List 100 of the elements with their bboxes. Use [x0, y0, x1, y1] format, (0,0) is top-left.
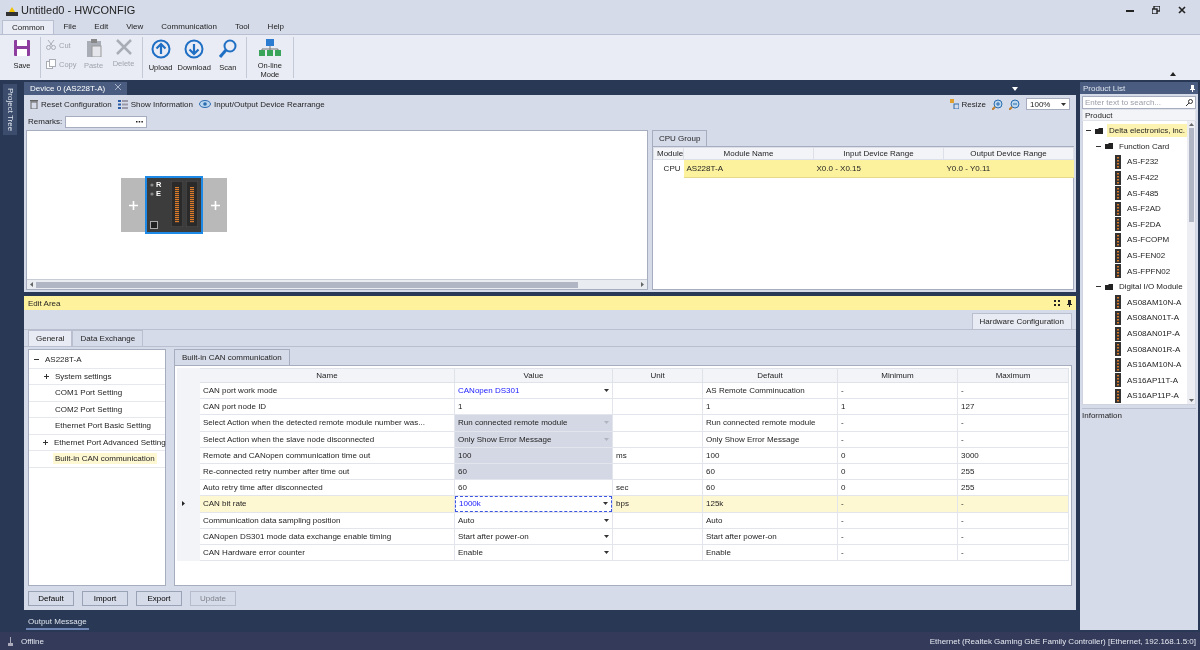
search-icon[interactable]: [1186, 99, 1193, 106]
panel-title: Information: [1082, 411, 1123, 420]
caret-icon[interactable]: [604, 518, 609, 522]
scroll-up-icon[interactable]: [1188, 123, 1194, 126]
menu-tab[interactable]: File: [54, 20, 86, 34]
tree-item[interactable]: AS-FCOPM: [1125, 233, 1172, 247]
caret-icon[interactable]: [1061, 102, 1066, 106]
caret-icon[interactable]: [604, 534, 609, 538]
zoom-out-icon[interactable]: [1009, 98, 1020, 110]
tree-item[interactable]: COM1 Port Setting: [53, 387, 125, 399]
table-row[interactable]: CANopen DS301 mode data exchange enable timing Start after power-on Start after power-on - -: [177, 528, 1069, 545]
menu-tab[interactable]: Common: [2, 20, 55, 34]
collapse-icon[interactable]: [1086, 128, 1091, 134]
dropdown-field[interactable]: Start after power-on: [455, 528, 612, 544]
pin-icon[interactable]: [1067, 299, 1072, 307]
output-tab[interactable]: Output Message: [26, 617, 89, 630]
pin-icon[interactable]: [1190, 84, 1195, 92]
action-button[interactable]: Default: [28, 590, 74, 606]
table-row[interactable]: CAN port node ID 1 1 1 127: [177, 398, 1069, 415]
restore-icon[interactable]: [1152, 6, 1160, 14]
tree-item[interactable]: Built-in CAN communication: [53, 453, 157, 465]
zoom-in-icon[interactable]: [992, 98, 1003, 110]
more-icon[interactable]: [136, 120, 144, 123]
menu-tab[interactable]: View: [117, 20, 153, 34]
remarks-field[interactable]: [65, 115, 148, 128]
tree-item[interactable]: AS-F232: [1125, 155, 1161, 169]
vertical-scrollbar[interactable]: [1187, 121, 1195, 404]
tree-item[interactable]: AS08AM10N-A: [1125, 295, 1184, 309]
zoom-dropdown[interactable]: 100%: [1026, 98, 1070, 110]
tab-list-icon[interactable]: [1012, 86, 1018, 91]
tree-item[interactable]: AS228T-A: [43, 354, 84, 366]
table-row[interactable]: Select Action when the detected remote module number was... Run connected remote module Run connected remote module - -: [177, 414, 1069, 432]
scroll-down-icon[interactable]: [1188, 399, 1194, 402]
action-button[interactable]: Import: [82, 590, 128, 606]
collapse-ribbon-icon[interactable]: [1170, 72, 1176, 76]
expand-icon[interactable]: [43, 439, 48, 445]
list-icon: [117, 99, 128, 109]
table-row[interactable]: Auto retry time after disconnected 60 sec 60 0 255: [177, 479, 1069, 496]
tree-item[interactable]: Ethernet Port Basic Setting: [53, 420, 154, 432]
tree-item[interactable]: Function Card: [1117, 139, 1172, 153]
caret-icon[interactable]: [604, 389, 609, 393]
document-tab[interactable]: Device 0 (AS228T-A): [24, 82, 128, 95]
tab[interactable]: Data Exchange: [72, 330, 144, 346]
toolbar-button[interactable]: Show Information: [117, 99, 193, 109]
dropdown-field[interactable]: Enable: [455, 544, 612, 561]
caret-icon[interactable]: [603, 502, 608, 506]
table-row[interactable]: CAN bit rate 1000k bps 125k - -: [177, 495, 1069, 512]
toolbar-button[interactable]: Input/Output Device Rearrange: [199, 99, 325, 109]
collapse-icon[interactable]: [33, 357, 39, 363]
tree-item[interactable]: AS16AP11T-A: [1125, 373, 1180, 387]
tree-item[interactable]: AS08AN01T-A: [1125, 311, 1182, 325]
side-tab[interactable]: Project Tree: [3, 84, 17, 136]
maximize-icon[interactable]: [1054, 300, 1060, 306]
panel-tab[interactable]: CPU Group: [652, 130, 708, 146]
collapse-icon[interactable]: [1096, 284, 1101, 290]
close-icon[interactable]: [1178, 6, 1186, 14]
menu-tab[interactable]: Help: [258, 20, 294, 34]
menu-tab[interactable]: Edit: [85, 20, 118, 34]
resize-button[interactable]: Resize: [949, 99, 986, 109]
input-field[interactable]: 1: [455, 399, 612, 415]
table-row[interactable]: Select Action when the slave node disconnected Only Show Error Message Only Show Error Message - -: [177, 431, 1069, 448]
tree-item[interactable]: AS16AP11P-A: [1125, 389, 1181, 403]
action-button[interactable]: Export: [136, 590, 182, 606]
dropdown-field[interactable]: Auto: [455, 512, 612, 528]
tree-item[interactable]: AS08AN01R-A: [1125, 342, 1183, 356]
document-tab[interactable]: Hardware Configuration: [971, 313, 1072, 329]
toolbar-button[interactable]: Reset Configuration: [30, 99, 112, 109]
tree-item[interactable]: COM2 Port Setting: [53, 403, 125, 415]
scroll-left-icon[interactable]: [30, 282, 33, 287]
menu-tab[interactable]: Tool: [225, 20, 259, 34]
horizontal-scrollbar[interactable]: [27, 279, 647, 289]
tree-item[interactable]: AS-F485: [1125, 186, 1161, 200]
tree-item[interactable]: Digital I/O Module: [1117, 280, 1185, 294]
table-row[interactable]: Remote and CANopen communication time out 100 ms 100 0 3000: [177, 447, 1069, 464]
expand-icon[interactable]: [43, 373, 49, 379]
tree-item[interactable]: AS-FEN02: [1125, 249, 1168, 263]
caret-icon[interactable]: [604, 550, 609, 554]
table-row[interactable]: CAN Hardware error counter Enable Enable - -: [177, 544, 1069, 561]
tree-item[interactable]: AS-FPFN02: [1125, 264, 1173, 278]
table-row[interactable]: Communication data sampling position Auto Auto - -: [177, 512, 1069, 529]
menu-tab[interactable]: Communication: [152, 20, 226, 34]
table-row[interactable]: CAN port work mode CANopen DS301 AS Remote Comminucation - -: [177, 382, 1069, 399]
tree-item[interactable]: AS-F422: [1125, 171, 1161, 185]
tree-item[interactable]: System settings: [53, 370, 114, 382]
tab[interactable]: General: [28, 330, 73, 346]
tree-item[interactable]: AS-F2DA: [1125, 217, 1163, 231]
table-row[interactable]: Re-connected retry number after time out 60 60 0 255: [177, 463, 1069, 480]
tree-item[interactable]: Ethernet Port Advanced Setting: [52, 436, 168, 448]
tree-item[interactable]: Delta electronics, inc.: [1107, 124, 1187, 138]
dropdown-field[interactable]: CANopen DS301: [455, 383, 612, 399]
tree-item[interactable]: AS08AN01P-A: [1125, 327, 1182, 340]
tree-item[interactable]: AS16AM10N-A: [1125, 358, 1184, 372]
table-cell: 127: [957, 398, 1069, 415]
panel-tab[interactable]: Built-in CAN communication: [174, 349, 290, 365]
tree-item[interactable]: AS-F2AD: [1125, 202, 1163, 216]
scroll-right-icon[interactable]: [641, 282, 644, 287]
input-field[interactable]: 60: [455, 480, 612, 496]
collapse-icon[interactable]: [1096, 143, 1101, 149]
table-row[interactable]: CPU AS228T-A X0.0 - X0.15 Y0.0 - Y0.11: [653, 159, 1074, 178]
dropdown-field[interactable]: 1000k: [455, 496, 612, 512]
